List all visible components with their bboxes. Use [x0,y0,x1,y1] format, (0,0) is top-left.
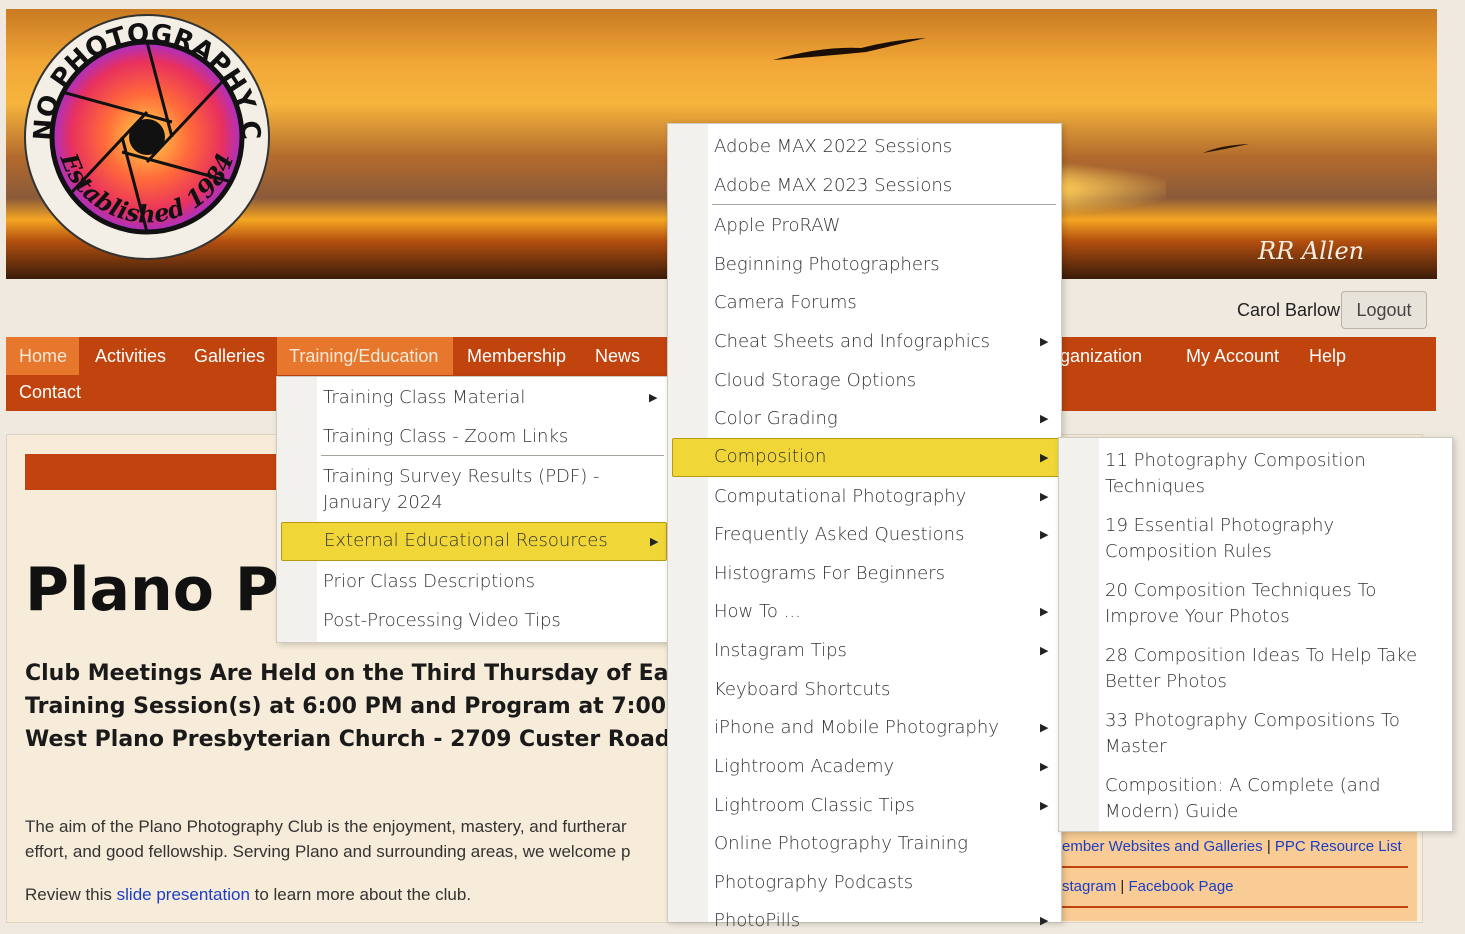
submenu-arrow-icon: ▶ [649,391,658,404]
meeting-info-line3: West Plano Presbyterian Church - 2709 Cu… [25,727,756,752]
menu-item-beginning-photographers[interactable]: Beginning Photographers [668,252,1061,278]
submenu-arrow-icon: ▶ [1040,451,1049,464]
logout-button[interactable]: Logout [1341,291,1427,329]
nav-news[interactable]: News [595,346,640,367]
menu-item-post-processing-video-tips[interactable]: Post-Processing Video Tips [277,608,668,634]
menu-item-apple-proraw[interactable]: Apple ProRAW [668,213,1061,239]
photographer-signature: RR Allen [1258,237,1365,265]
nav-activities[interactable]: Activities [95,346,166,367]
menu-item-instagram-tips[interactable]: Instagram Tips ▶ [668,638,1061,664]
member-websites-link[interactable]: ember Websites and Galleries [1062,838,1263,855]
meeting-info-line1: Club Meetings Are Held on the Third Thur… [25,661,742,686]
menu-item-33-compositions[interactable]: 33 Photography Compositions To Master [1059,708,1452,760]
content-banner-bar [25,454,285,490]
nav-galleries[interactable]: Galleries [194,346,265,367]
menu-item-external-educational-resources[interactable]: External Educational Resources ▶ [281,522,667,561]
menu-item-keyboard-shortcuts[interactable]: Keyboard Shortcuts [668,677,1061,703]
submenu-arrow-icon: ▶ [1040,760,1049,773]
resource-list-link[interactable]: PPC Resource List [1275,838,1402,855]
menu-item-28-composition-ideas[interactable]: 28 Composition Ideas To Help Take Better… [1059,643,1452,695]
submenu-arrow-icon: ▶ [1040,528,1049,541]
club-logo[interactable]: PLANO PHOTOGRAPHY CLUB Established 1984 [22,12,272,262]
menu-item-20-composition-techniques[interactable]: 20 Composition Techniques To Improve You… [1059,578,1452,630]
nav-membership[interactable]: Membership [467,346,566,367]
menu-item-adobe-max-2023[interactable]: Adobe MAX 2023 Sessions [668,173,1061,199]
menu-item-training-class-material[interactable]: Training Class Material ▶ [277,385,668,411]
submenu-arrow-icon: ▶ [1040,644,1049,657]
facebook-page-link[interactable]: Facebook Page [1128,878,1233,895]
menu-item-zoom-links[interactable]: Training Class - Zoom Links [277,424,668,450]
submenu-arrow-icon: ▶ [1040,721,1049,734]
user-name: Carol Barlow [1237,300,1341,320]
slide-presentation-link[interactable]: slide presentation [117,885,250,904]
menu-item-cheat-sheets[interactable]: Cheat Sheets and Infographics ▶ [668,329,1061,355]
submenu-arrow-icon: ▶ [1040,412,1049,425]
menu-item-podcasts[interactable]: Photography Podcasts [668,870,1061,896]
review-text: Review this slide presentation to learn … [25,885,471,905]
submenu-arrow-icon: ▶ [650,535,659,548]
menu-separator [321,455,664,456]
menu-item-adobe-max-2022[interactable]: Adobe MAX 2022 Sessions [668,134,1061,160]
aim-text-line1: The aim of the Plano Photography Club is… [25,817,627,836]
menu-item-lightroom-academy[interactable]: Lightroom Academy ▶ [668,754,1061,780]
aim-text-line2: effort, and good fellowship. Serving Pla… [25,842,631,861]
menu-separator [712,204,1056,205]
side-links-row1: ember Websites and Galleries | PPC Resou… [1062,838,1402,855]
side-links-row2: stagram | Facebook Page [1062,878,1234,895]
menu-item-photopills[interactable]: PhotoPills ▶ [668,908,1061,934]
menu-item-survey-results[interactable]: Training Survey Results (PDF) - January … [277,464,668,516]
menu-item-11-composition-techniques[interactable]: 11 Photography Composition Techniques [1059,448,1452,500]
submenu-arrow-icon: ▶ [1040,490,1049,503]
training-dropdown-menu: Training Class Material ▶ Training Class… [276,376,669,643]
menu-item-composition[interactable]: Composition ▶ [672,438,1060,477]
resources-submenu: Adobe MAX 2022 Sessions Adobe MAX 2023 S… [667,123,1062,931]
submenu-arrow-icon: ▶ [1040,335,1049,348]
nav-contact[interactable]: Contact [19,382,81,403]
menu-item-19-composition-rules[interactable]: 19 Essential Photography Composition Rul… [1059,513,1452,565]
link-separator: | [1120,878,1125,895]
menu-item-iphone-mobile[interactable]: iPhone and Mobile Photography ▶ [668,715,1061,741]
side-divider [1060,906,1408,908]
nav-my-account[interactable]: My Account [1186,346,1279,367]
menu-item-how-to[interactable]: How To ... ▶ [668,599,1061,625]
bird-image-small [1203,144,1249,153]
instagram-link[interactable]: stagram [1062,878,1116,895]
submenu-arrow-icon: ▶ [1040,605,1049,618]
nav-training-education[interactable]: Training/Education [289,346,438,367]
menu-item-computational-photography[interactable]: Computational Photography ▶ [668,484,1061,510]
bird-image [773,38,926,60]
menu-item-color-grading[interactable]: Color Grading ▶ [668,406,1061,432]
menu-item-camera-forums[interactable]: Camera Forums [668,290,1061,316]
menu-item-prior-class-descriptions[interactable]: Prior Class Descriptions [277,569,668,595]
menu-item-composition-complete-guide[interactable]: Composition: A Complete (and Modern) Gui… [1059,773,1452,825]
nav-home[interactable]: Home [19,346,67,367]
meeting-info-line2: Training Session(s) at 6:00 PM and Progr… [25,694,712,719]
review-before: Review this [25,885,117,904]
side-divider [1060,866,1408,868]
menu-item-cloud-storage[interactable]: Cloud Storage Options [668,368,1061,394]
composition-submenu: 11 Photography Composition Techniques 19… [1058,437,1453,832]
menu-item-faq[interactable]: Frequently Asked Questions ▶ [668,522,1061,548]
menu-item-online-training[interactable]: Online Photography Training [668,831,1061,857]
submenu-arrow-icon: ▶ [1040,799,1049,812]
menu-item-histograms[interactable]: Histograms For Beginners [668,561,1061,587]
menu-item-lightroom-classic[interactable]: Lightroom Classic Tips ▶ [668,793,1061,819]
review-after: to learn more about the club. [249,885,472,904]
nav-help[interactable]: Help [1309,346,1346,367]
link-separator: | [1266,838,1271,855]
